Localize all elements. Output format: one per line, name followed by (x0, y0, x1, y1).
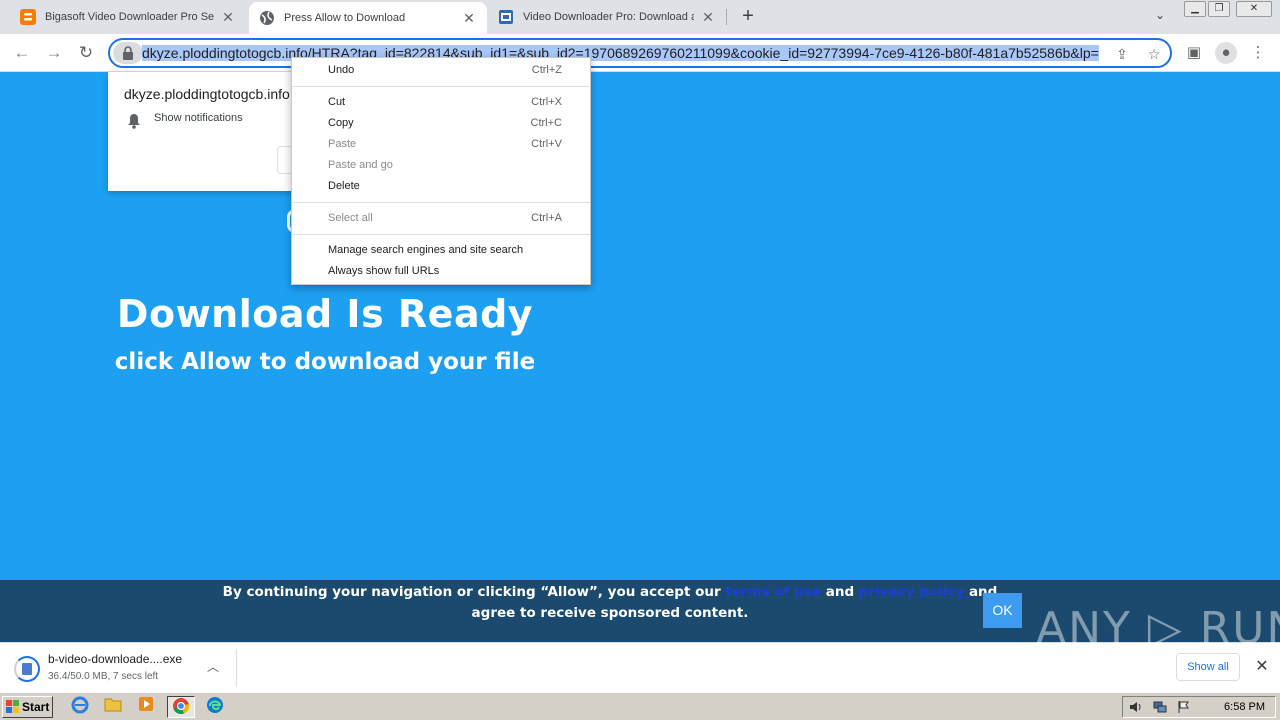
show-all-button[interactable]: Show all (1176, 653, 1240, 681)
kebab-menu-icon[interactable]: ⋮ (1247, 42, 1269, 64)
page-headline: Download Is Ready (116, 292, 534, 336)
notification-permission-prompt: dkyze.ploddingtotogcb.info Show notifica… (108, 72, 317, 191)
blogger-icon (20, 9, 36, 25)
minimize-button[interactable]: ▁ (1184, 1, 1206, 17)
menu-separator (292, 86, 590, 87)
new-tab-button[interactable]: + (736, 5, 760, 29)
consent-bar: By continuing your navigation or clickin… (0, 580, 1280, 642)
speaker-icon[interactable] (1129, 700, 1143, 714)
ie-icon[interactable] (68, 696, 92, 718)
network-icon[interactable] (1153, 700, 1167, 714)
download-filename[interactable]: b-video-downloade....exe (48, 652, 182, 666)
windows-taskbar: Start 6:58 PM (0, 692, 1280, 720)
action-center-flag-icon[interactable] (1177, 700, 1191, 714)
tab-bigasoft[interactable]: Bigasoft Video Downloader Pro Serial ✕ (10, 0, 246, 34)
menu-item-undo[interactable]: Undo Ctrl+Z (292, 60, 590, 81)
restore-button[interactable]: ❐ (1208, 1, 1230, 17)
tab-strip: Bigasoft Video Downloader Pro Serial ✕ P… (0, 0, 1280, 34)
menu-item-paste: Paste Ctrl+V (328, 138, 562, 150)
app-icon (499, 10, 513, 24)
tab-title: Bigasoft Video Downloader Pro Serial (45, 11, 214, 23)
window-close-button[interactable]: ✕ (1236, 1, 1272, 17)
globe-icon (260, 11, 274, 25)
forward-button[interactable]: → (42, 41, 66, 65)
tab-search-chevron-icon[interactable]: ⌄ (1150, 8, 1170, 26)
chevron-up-icon[interactable]: ︿ (204, 658, 222, 676)
consent-text: By continuing your navigation or clickin… (222, 584, 998, 621)
site-info-button[interactable] (113, 42, 143, 64)
side-panel-icon[interactable]: ▣ (1183, 42, 1205, 64)
tab-video-downloader[interactable]: Video Downloader Pro: Download and ✕ (488, 0, 726, 34)
download-bar: b-video-downloade....exe 36.4/50.0 MB, 7… (0, 642, 1280, 692)
bell-icon (128, 114, 140, 129)
menu-item-cut[interactable]: Cut Ctrl+X (292, 92, 590, 113)
terms-of-use-link[interactable]: terms of use (725, 584, 825, 600)
menu-item-paste-and-go: Paste and go (328, 159, 393, 171)
privacy-policy-link[interactable]: privacy policy (859, 584, 969, 600)
download-separator (236, 649, 237, 687)
page-subheadline: click Allow to download your file (114, 349, 536, 375)
url-text[interactable]: dkyze.ploddingtotogcb.info/HTRA?tag_id=8… (142, 44, 1106, 63)
start-button[interactable]: Start (2, 696, 53, 718)
tab-title: Video Downloader Pro: Download and (523, 11, 694, 23)
tab-separator (726, 9, 727, 25)
windows-flag-icon (6, 700, 19, 713)
back-button[interactable]: ← (10, 41, 34, 65)
system-tray: 6:58 PM (1122, 696, 1276, 718)
folder-icon[interactable] (101, 696, 125, 718)
tab-press-allow[interactable]: Press Allow to Download ✕ (249, 2, 487, 34)
chrome-icon[interactable] (167, 696, 195, 718)
bookmark-star-icon[interactable]: ☆ (1144, 44, 1164, 64)
menu-item-select-all: Select all Ctrl+A (328, 212, 562, 224)
taskbar-clock[interactable]: 6:58 PM (1224, 697, 1265, 717)
context-menu: Undo Ctrl+Z Cut Ctrl+X Copy Ctrl+C Paste Ctr… (291, 57, 591, 285)
menu-separator (292, 202, 590, 203)
close-icon[interactable]: ✕ (700, 9, 716, 26)
menu-item-copy[interactable]: Copy Ctrl+C (292, 113, 590, 134)
browser-toolbar: ← → ↻ dkyze.ploddingtotogcb.info/HTRA?ta… (0, 34, 1280, 72)
close-icon[interactable]: ✕ (461, 10, 477, 27)
profile-avatar-icon[interactable]: ● (1215, 42, 1237, 64)
tab-title: Press Allow to Download (284, 12, 406, 24)
menu-item-delete[interactable]: Delete (292, 176, 590, 197)
reload-button[interactable]: ↻ (74, 41, 98, 65)
permission-label: Show notifications (154, 112, 243, 124)
close-icon[interactable]: ✕ (220, 9, 236, 26)
download-status: 36.4/50.0 MB, 7 secs left (48, 671, 159, 682)
share-icon[interactable]: ⇪ (1112, 44, 1132, 64)
edge-icon[interactable] (203, 696, 227, 718)
prompt-origin: dkyze.ploddingtotogcb.info (124, 86, 290, 102)
menu-item-always-show-full-urls[interactable]: Always show full URLs (292, 261, 590, 282)
lock-icon (123, 46, 133, 60)
address-bar[interactable]: dkyze.ploddingtotogcb.info/HTRA?tag_id=8… (108, 38, 1172, 68)
download-progress-icon (14, 656, 40, 682)
consent-ok-button[interactable]: OK (983, 593, 1022, 628)
menu-item-manage-search-engines[interactable]: Manage search engines and site search (292, 240, 590, 261)
close-download-bar-icon[interactable]: ✕ (1252, 656, 1272, 676)
menu-separator (292, 234, 590, 235)
media-player-icon[interactable] (134, 696, 158, 718)
